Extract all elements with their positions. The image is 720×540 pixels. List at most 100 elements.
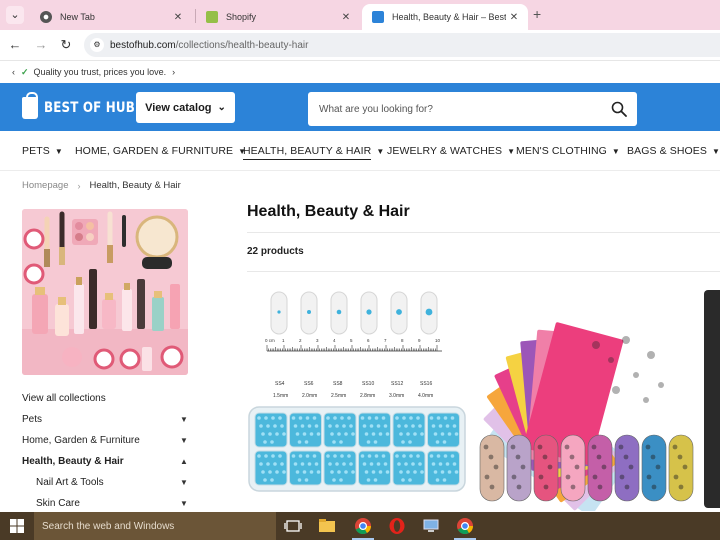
store-logo[interactable]: BEST OF HUB xyxy=(22,92,151,121)
taskbar-search[interactable]: Search the web and Windows xyxy=(34,512,276,540)
url-path: /collections/health-beauty-hair xyxy=(175,39,309,51)
close-tab-icon[interactable]: ✕ xyxy=(338,12,354,23)
view-catalog-button[interactable]: View catalog ⌄ xyxy=(136,92,235,123)
size-mm-label: 3.0mm xyxy=(389,393,404,399)
sidebar-item-home-garden-furniture[interactable]: Home, Garden & Furniture ▼ xyxy=(22,430,192,451)
tab-new-tab[interactable]: New Tab ✕ xyxy=(30,4,192,30)
file-explorer-icon[interactable] xyxy=(318,517,336,535)
nav-label: BAGS & SHOES xyxy=(627,145,707,157)
chevron-down-icon[interactable]: ▼ xyxy=(178,478,190,487)
sidebar-item-label: Home, Garden & Furniture xyxy=(22,435,140,446)
nav-label: PETS xyxy=(22,145,50,157)
chevron-down-icon[interactable]: ▼ xyxy=(178,415,190,424)
next-announcement-icon[interactable]: › xyxy=(172,67,175,77)
ruler-number: 0 cm xyxy=(265,338,275,343)
divider xyxy=(247,271,720,272)
size-label: SS6 xyxy=(304,381,314,387)
checkmark-icon: ✓ xyxy=(21,66,29,77)
chrome-icon[interactable] xyxy=(354,517,372,535)
nav-item-home-garden-furniture[interactable]: HOME, GARDEN & FURNITURE ▼ xyxy=(75,145,246,157)
nail-tip xyxy=(479,434,505,502)
nav-item-mens-clothing[interactable]: MEN'S CLOTHING ▼ xyxy=(516,145,620,157)
size-label: SS10 xyxy=(362,381,374,387)
sidebar-item-nail-art-tools[interactable]: Nail Art & Tools ▼ xyxy=(22,472,192,493)
chevron-down-icon: ▼ xyxy=(611,147,620,156)
reload-icon[interactable]: ↻ xyxy=(57,36,75,54)
close-tab-icon[interactable]: ✕ xyxy=(506,12,522,23)
breadcrumb-current: Health, Beauty & Hair xyxy=(89,180,181,191)
chevron-down-icon: ▼ xyxy=(711,147,720,156)
nav-label: HEALTH, BEAUTY & HAIR xyxy=(243,145,372,160)
chevron-down-icon: ▼ xyxy=(376,147,385,156)
product-card-partial[interactable] xyxy=(704,290,720,508)
nav-item-pets[interactable]: PETS ▼ xyxy=(22,145,63,157)
sidebar-item-pets[interactable]: Pets ▼ xyxy=(22,409,192,430)
search-input[interactable] xyxy=(308,92,598,126)
chrome-profile-icon[interactable] xyxy=(456,517,474,535)
sidebar-item-health-beauty-hair[interactable]: Health, Beauty & Hair ▲ xyxy=(22,451,192,472)
ruler-number: 10 xyxy=(435,338,441,343)
size-mm-label: 2.5mm xyxy=(331,393,346,399)
size-label: SS8 xyxy=(333,381,343,387)
chevron-down-icon[interactable]: ▼ xyxy=(178,499,190,508)
nail-tip xyxy=(506,434,532,502)
logo-text: BEST OF HUB xyxy=(44,100,135,116)
tab-search-menu-button[interactable]: ⌄ xyxy=(6,6,24,24)
rhinestones-product-image[interactable]: 0 cm 1 2 3 4 5 6 7 8 9 10 SS41.5mmSS62.0mmSS82.5mm… xyxy=(247,285,467,511)
site-info-icon[interactable]: ⚙ xyxy=(90,38,104,52)
product-count: 22 products xyxy=(247,246,304,257)
chevron-down-icon: ⌄ xyxy=(217,102,226,113)
chevron-up-icon[interactable]: ▲ xyxy=(178,457,190,466)
nail-tip xyxy=(614,434,640,502)
product-card-nail-foils[interactable] xyxy=(476,285,696,511)
shopping-bag-icon xyxy=(22,92,38,119)
back-arrow-icon[interactable]: ← xyxy=(6,36,24,54)
nail-foil-product-image[interactable] xyxy=(476,285,696,511)
size-mm-label: 2.8mm xyxy=(360,393,375,399)
sidebar-item-label: Nail Art & Tools xyxy=(36,477,104,488)
size-label: SS16 xyxy=(420,381,432,387)
nail-tip xyxy=(533,434,559,502)
size-label: SS4 xyxy=(275,381,285,387)
size-mm-label: 1.5mm xyxy=(273,393,288,399)
browser-toolbar: ← → ↻ ⚙ bestofhub.com/collections/health… xyxy=(0,30,720,60)
sidebar-item-label: Pets xyxy=(22,414,43,425)
chevron-down-icon[interactable]: ▼ xyxy=(178,436,190,445)
tab-shopify[interactable]: Shopify ✕ xyxy=(196,4,360,30)
size-mm-label: 4.0mm xyxy=(418,393,433,399)
collections-list: View all collections Pets ▼ Home, Garden… xyxy=(22,388,192,514)
tab-health-beauty-hair[interactable]: Health, Beauty & Hair – Best Of ✕ xyxy=(362,4,528,30)
task-view-icon[interactable] xyxy=(284,517,302,535)
chrome-icon xyxy=(40,11,52,23)
nail-tip xyxy=(668,434,694,502)
nav-label: HOME, GARDEN & FURNITURE xyxy=(75,145,234,157)
forward-arrow-icon[interactable]: → xyxy=(32,36,50,54)
chevron-right-icon: › xyxy=(77,180,81,191)
close-tab-icon[interactable]: ✕ xyxy=(170,12,186,23)
divider xyxy=(247,232,720,233)
nav-item-bags-shoes[interactable]: BAGS & SHOES ▼ xyxy=(627,145,720,157)
nail-tip xyxy=(641,434,667,502)
breadcrumb-home-link[interactable]: Homepage xyxy=(22,180,68,191)
collection-image xyxy=(22,209,188,375)
network-computer-icon[interactable] xyxy=(422,517,440,535)
store-header: BEST OF HUB View catalog ⌄ xyxy=(0,83,720,131)
previous-announcement-icon[interactable]: ‹ xyxy=(12,67,15,77)
new-tab-button[interactable]: + xyxy=(533,6,541,22)
sidebar-item-view-all[interactable]: View all collections xyxy=(22,388,192,409)
chevron-down-icon: ▼ xyxy=(54,147,63,156)
address-bar[interactable]: ⚙ bestofhub.com/collections/health-beaut… xyxy=(84,33,720,57)
opera-icon[interactable] xyxy=(388,517,406,535)
url-host: bestofhub.com xyxy=(110,39,176,51)
taskbar-search-placeholder: Search the web and Windows xyxy=(42,520,175,532)
product-card-rhinestones[interactable]: 0 cm 1 2 3 4 5 6 7 8 9 10 SS4 1.5mm SS6 2.0mm SS8 2.5mm… xyxy=(247,285,467,511)
sidebar-item-skin-care[interactable]: Skin Care ▼ xyxy=(22,493,192,514)
windows-start-icon[interactable] xyxy=(10,519,24,533)
nav-label: JEWELRY & WATCHES xyxy=(387,145,503,157)
search-icon[interactable] xyxy=(611,101,627,117)
nav-item-jewelry-watches[interactable]: JEWELRY & WATCHES ▼ xyxy=(387,145,515,157)
size-label: SS12 xyxy=(391,381,403,387)
nav-item-health-beauty-hair[interactable]: HEALTH, BEAUTY & HAIR ▼ xyxy=(243,145,385,160)
sidebar-item-label: View all collections xyxy=(22,393,106,404)
store-favicon-icon xyxy=(372,11,384,23)
